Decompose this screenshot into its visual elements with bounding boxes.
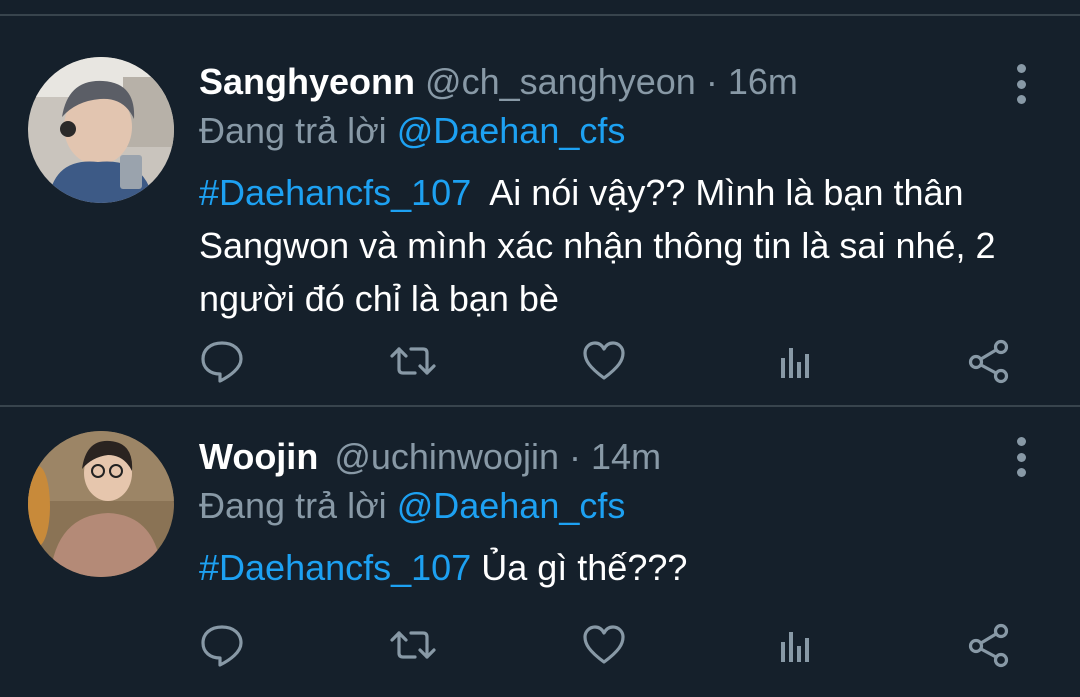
tweet-text: #Daehancfs_107 Ủa gì thế??? [199, 541, 1039, 594]
like-icon[interactable] [579, 336, 629, 386]
user-handle[interactable]: @uchinwoojin [334, 436, 559, 477]
tweet-sanghyeonn[interactable]: Sanghyeonn @ch_sanghyeon · 16m Đang trả … [0, 0, 1080, 405]
share-icon[interactable] [964, 620, 1014, 670]
user-handle[interactable]: @ch_sanghyeon [425, 61, 696, 102]
tweet-actions [0, 620, 1080, 670]
like-icon[interactable] [579, 620, 629, 670]
separator-dot: · [569, 436, 582, 477]
display-name[interactable]: Woojin [199, 436, 318, 477]
tweet-header: Sanghyeonn @ch_sanghyeon · 16m [199, 62, 798, 102]
more-options-icon[interactable] [1006, 437, 1036, 477]
reply-prefix: Đang trả lời [199, 485, 387, 526]
reply-mention-link[interactable]: @Daehan_cfs [397, 485, 626, 526]
hashtag-link[interactable]: #Daehancfs_107 [199, 172, 471, 213]
reply-context: Đang trả lời @Daehan_cfs [199, 486, 625, 526]
retweet-icon[interactable] [388, 620, 438, 670]
retweet-icon[interactable] [388, 336, 438, 386]
reply-mention-link[interactable]: @Daehan_cfs [397, 110, 626, 151]
tweet-header: Woojin @uchinwoojin · 14m [199, 437, 661, 477]
hashtag-link[interactable]: #Daehancfs_107 [199, 547, 471, 588]
tweet-text: #Daehancfs_107 Ai nói vậy?? Mình là bạn … [199, 166, 1039, 325]
avatar[interactable] [28, 57, 174, 203]
tweet-woojin[interactable]: Woojin @uchinwoojin · 14m Đang trả lời @… [0, 407, 1080, 697]
more-options-icon[interactable] [1006, 64, 1036, 104]
reply-context: Đang trả lời @Daehan_cfs [199, 111, 625, 151]
reply-icon[interactable] [197, 336, 247, 386]
analytics-icon[interactable] [771, 620, 821, 670]
avatar[interactable] [28, 431, 174, 577]
reply-icon[interactable] [197, 620, 247, 670]
reply-prefix: Đang trả lời [199, 110, 387, 151]
analytics-icon[interactable] [771, 336, 821, 386]
timestamp[interactable]: 14m [591, 436, 661, 477]
separator-dot: · [705, 61, 718, 102]
display-name[interactable]: Sanghyeonn [199, 61, 415, 102]
tweet-body-text: Ủa gì thế??? [471, 547, 688, 588]
timestamp[interactable]: 16m [728, 61, 798, 102]
share-icon[interactable] [964, 336, 1014, 386]
tweet-actions [0, 336, 1080, 386]
